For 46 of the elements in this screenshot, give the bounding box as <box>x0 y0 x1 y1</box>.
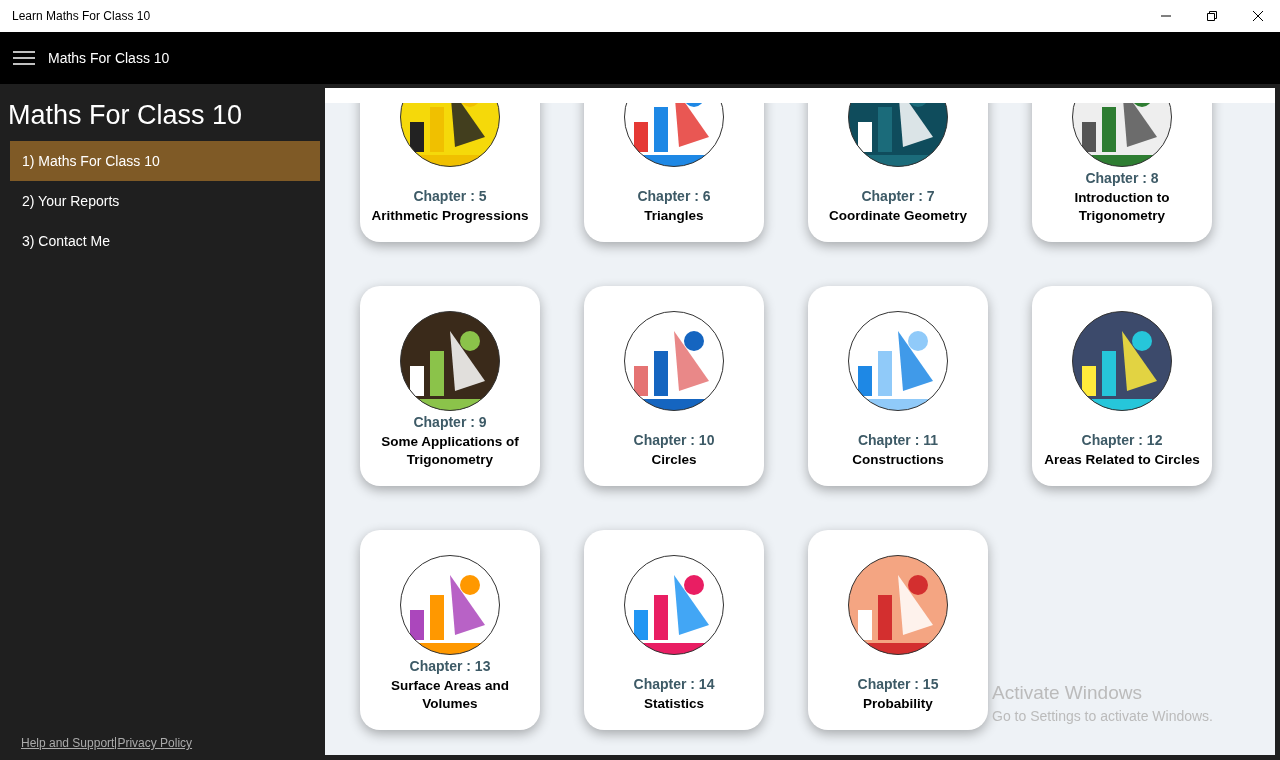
chapter-number: Chapter : 7 <box>860 188 936 204</box>
chapter-card[interactable]: Chapter : 11 Constructions <box>808 286 988 486</box>
chapter-card[interactable]: Chapter : 14 Statistics <box>584 530 764 730</box>
footer-link[interactable]: Privacy Policy <box>117 736 193 750</box>
chapter-title: Surface Areas and Volumes <box>389 677 511 713</box>
activation-title: Activate Windows <box>992 682 1143 704</box>
footer-link[interactable]: Help and Support <box>21 736 115 750</box>
chapter-card[interactable]: Chapter : 6 Triangles <box>584 103 764 242</box>
sidebar-title: Maths For Class 10 <box>7 99 244 132</box>
chapter-card[interactable]: Chapter : 12 Areas Related to Circles <box>1032 286 1212 486</box>
app-title: Maths For Class 10 <box>48 50 170 66</box>
chapter-number: Chapter : 15 <box>857 676 939 692</box>
chapter-card[interactable]: Chapter : 8 Introduction to Trigonometry <box>1032 103 1212 242</box>
chapter-title: Circles <box>650 451 698 469</box>
chapter-title: Statistics <box>642 695 705 713</box>
chapter-number: Chapter : 6 <box>637 188 711 204</box>
nav-item[interactable]: 3) Contact Me <box>10 221 320 261</box>
chapter-title: Areas Related to Circles <box>1043 451 1201 469</box>
chapter-number: Chapter : 11 <box>856 432 940 448</box>
chapter-card[interactable]: Chapter : 10 Circles <box>584 286 764 486</box>
chapter-title: Coordinate Geometry <box>828 207 968 225</box>
chapter-title: Introduction to Trigonometry <box>1073 189 1171 225</box>
restore-icon[interactable] <box>1206 10 1218 22</box>
chapter-number: Chapter : 5 <box>412 188 488 204</box>
nav-item[interactable]: 1) Maths For Class 10 <box>10 141 320 181</box>
nav-item[interactable]: 2) Your Reports <box>10 181 320 221</box>
chapter-title: Some Applications of Trigonometry <box>380 433 520 469</box>
chapter-title: Probability <box>862 695 934 713</box>
menu-icon[interactable] <box>13 51 35 65</box>
chapter-number: Chapter : 13 <box>408 658 492 674</box>
chapter-title: Constructions <box>851 451 945 469</box>
chapter-card[interactable]: Chapter : 9 Some Applications of Trigonometry <box>360 286 540 486</box>
chapter-number: Chapter : 10 <box>633 432 715 448</box>
close-icon[interactable] <box>1252 10 1264 22</box>
activation-text: Go to Settings to activate Windows. <box>992 708 1213 724</box>
chapter-card[interactable]: Chapter : 7 Coordinate Geometry <box>808 103 988 242</box>
chapter-number: Chapter : 8 <box>1084 170 1160 186</box>
window-title: Learn Maths For Class 10 <box>12 9 151 23</box>
chapter-title: Arithmetic Progressions <box>370 207 530 225</box>
chapter-number: Chapter : 12 <box>1080 432 1164 448</box>
chapter-card[interactable]: Chapter : 15 Probability <box>808 530 988 730</box>
chapter-card[interactable]: Chapter : 13 Surface Areas and Volumes <box>360 530 540 730</box>
chapter-card[interactable]: Chapter : 5 Arithmetic Progressions <box>360 103 540 242</box>
chapter-number: Chapter : 9 <box>412 414 488 430</box>
chapter-title: Triangles <box>643 207 705 225</box>
chapter-number: Chapter : 14 <box>633 676 715 692</box>
